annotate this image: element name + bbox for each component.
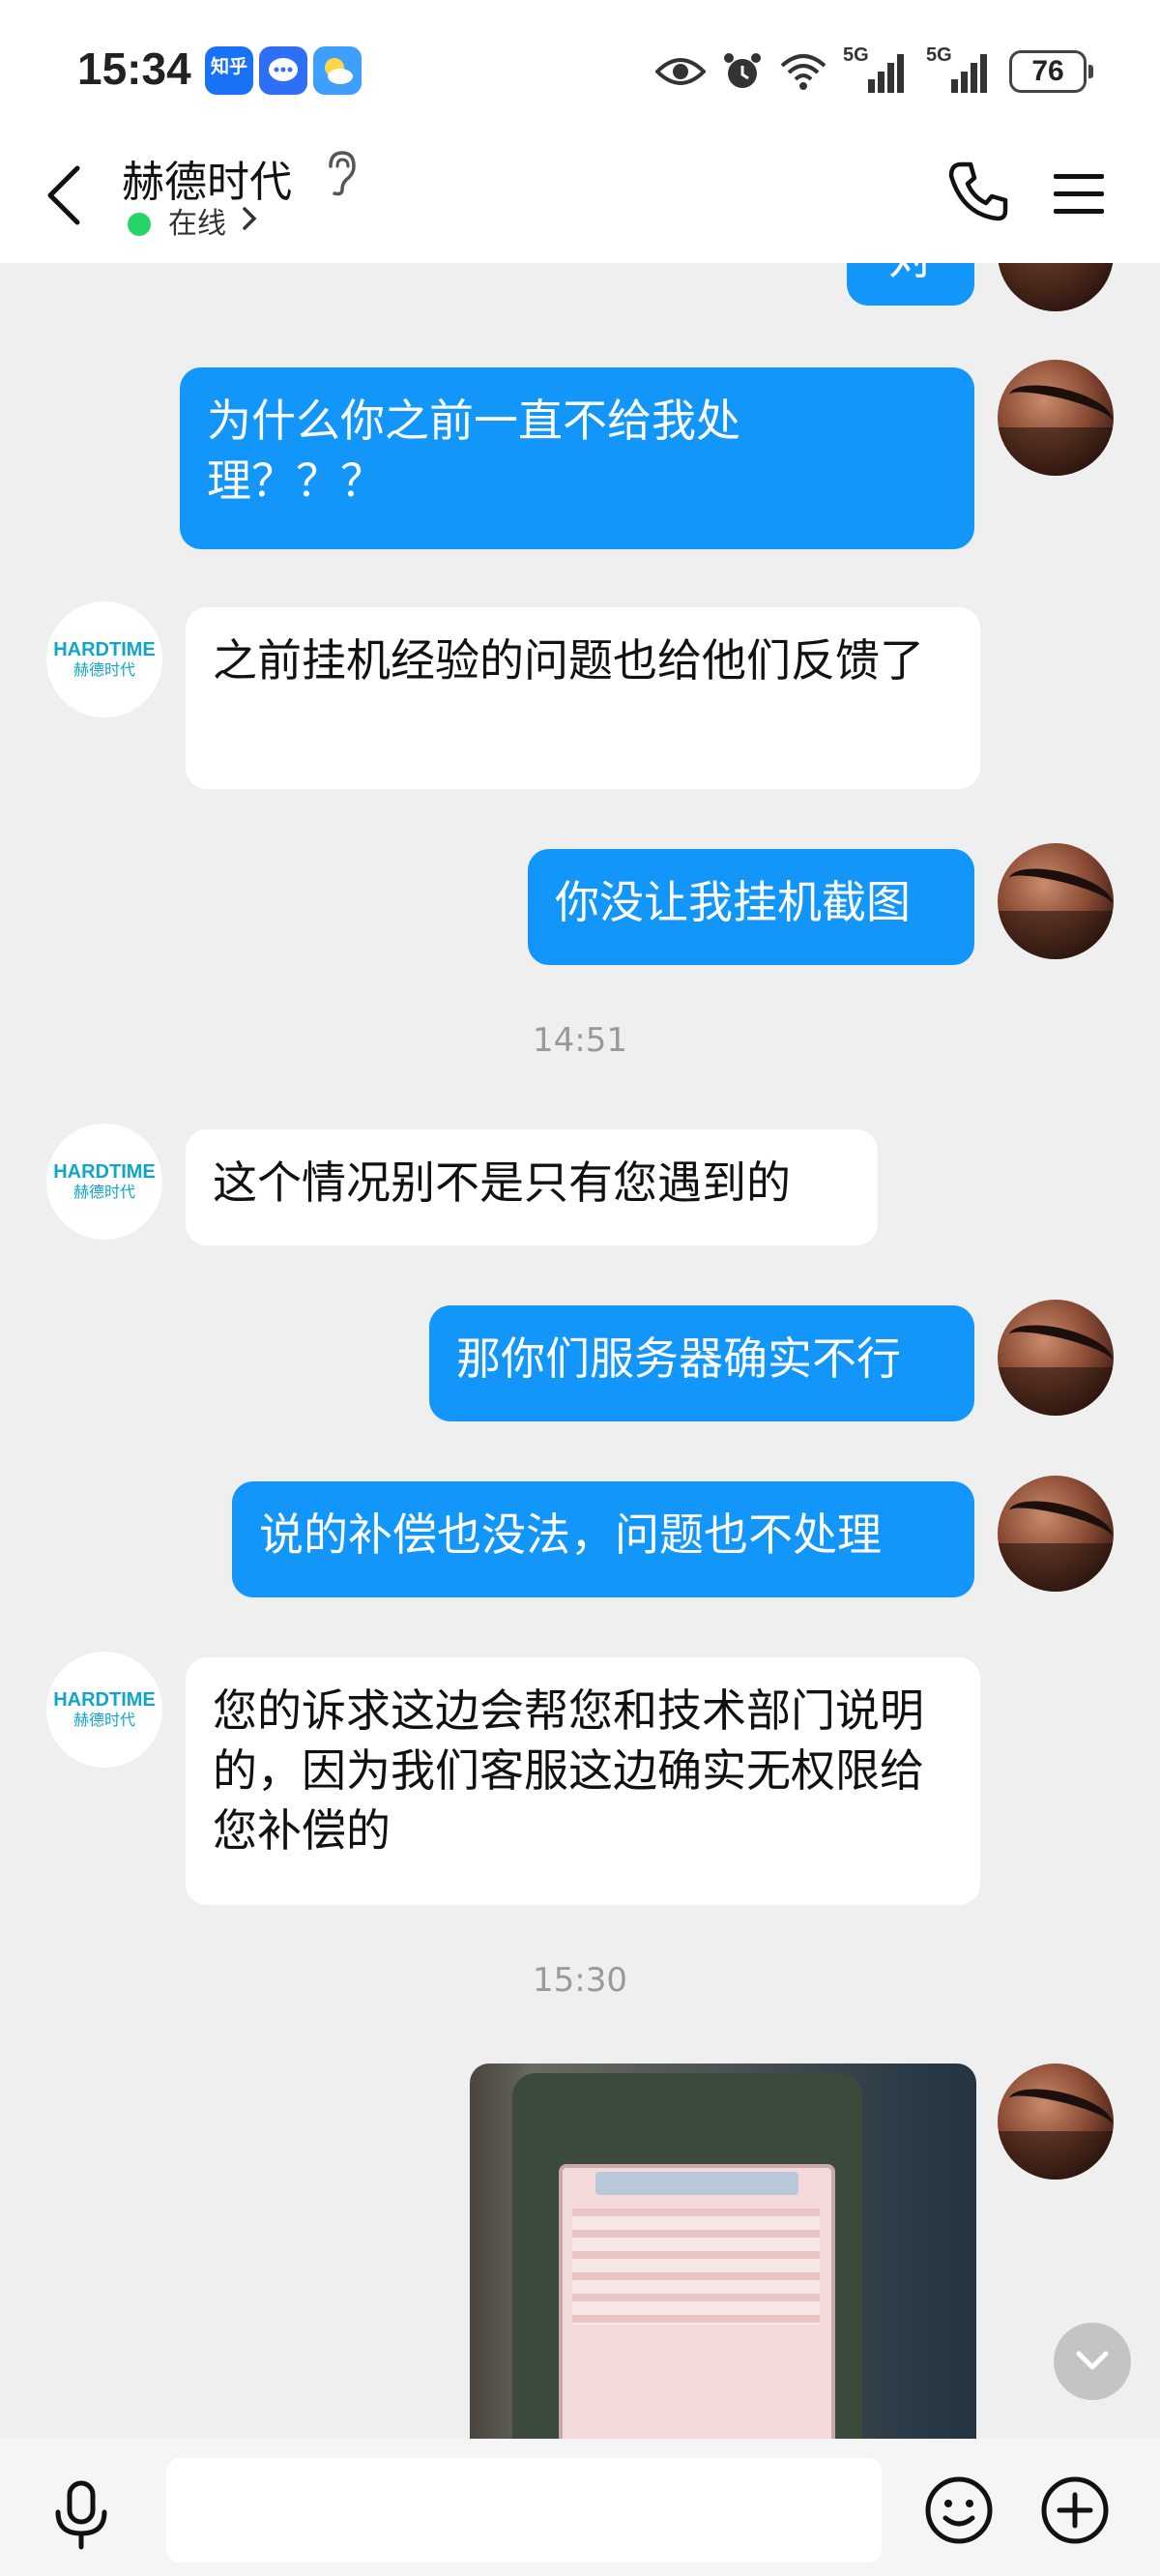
- online-status-text[interactable]: 在线: [168, 199, 226, 242]
- emoji-button[interactable]: [920, 2472, 998, 2549]
- message-text: 你没让我挂机截图: [555, 876, 911, 928]
- bot-avatar[interactable]: HARDTIME 赫德时代: [46, 1652, 162, 1768]
- back-arrow-icon: [47, 165, 80, 225]
- message-bubble-incoming[interactable]: 之前挂机经验的问题也给他们反馈了: [186, 607, 980, 789]
- scroll-to-bottom-button[interactable]: [1054, 2323, 1131, 2400]
- call-button[interactable]: [943, 157, 1013, 226]
- photo-dialog-title: [595, 2172, 798, 2195]
- wifi-icon: [780, 54, 826, 90]
- signal-bars-icon: [868, 54, 904, 93]
- message-input[interactable]: [166, 2458, 882, 2562]
- input-bar: [0, 2439, 1160, 2576]
- message-bubble-outgoing[interactable]: 那你们服务器确实不行: [429, 1305, 974, 1421]
- voice-button[interactable]: [43, 2475, 120, 2553]
- user-avatar[interactable]: [998, 1300, 1114, 1416]
- message-bubble-outgoing[interactable]: 为什么你之前一直不给我处理？？？: [180, 367, 974, 549]
- phone-icon: [948, 161, 1008, 221]
- more-options-button[interactable]: [1036, 2472, 1114, 2549]
- status-time: 15:34: [77, 44, 191, 94]
- menu-button[interactable]: [1044, 162, 1114, 224]
- message-text: 这个情况别不是只有您遇到的: [213, 1156, 791, 1209]
- chevron-down-icon: [1076, 2351, 1109, 2370]
- message-bubble-outgoing[interactable]: 你没让我挂机截图: [528, 849, 974, 965]
- hardtime-logo-sub: 赫德时代: [72, 1183, 135, 1201]
- hardtime-logo: HARDTIME: [53, 639, 156, 660]
- weather-app-icon: [313, 46, 362, 95]
- message-bubble-outgoing[interactable]: 对: [847, 263, 974, 306]
- chevron-right-icon[interactable]: [240, 203, 259, 234]
- signal-bars-icon: [951, 54, 987, 93]
- bot-avatar[interactable]: HARDTIME 赫德时代: [46, 601, 162, 717]
- chat-header: 赫德时代 在线: [0, 135, 1160, 263]
- user-avatar[interactable]: [998, 360, 1114, 476]
- hardtime-logo-sub: 赫德时代: [72, 1711, 135, 1729]
- status-icons: 5G 5G 76: [655, 44, 1093, 99]
- bot-avatar[interactable]: HARDTIME 赫德时代: [46, 1124, 162, 1240]
- message-bubble-outgoing[interactable]: 说的补偿也没法，问题也不处理: [232, 1481, 974, 1597]
- photo-dialog-lines: [572, 2209, 820, 2325]
- message-text: 之前挂机经验的问题也给他们反馈了: [213, 634, 924, 687]
- plus-icon: [1041, 2476, 1109, 2544]
- eye-icon: [655, 58, 706, 85]
- time-separator: 14:51: [533, 1021, 627, 1060]
- message-text: 说的补偿也没法，问题也不处理: [259, 1508, 882, 1561]
- hardtime-logo: HARDTIME: [53, 1689, 156, 1711]
- battery-indicator: 76: [1009, 50, 1093, 93]
- message-text: 对: [888, 263, 933, 284]
- user-avatar[interactable]: [998, 2064, 1114, 2180]
- alarm-icon: [724, 53, 761, 88]
- smiley-icon: [925, 2476, 993, 2544]
- image-message[interactable]: [470, 2064, 976, 2439]
- user-avatar[interactable]: [998, 1476, 1114, 1592]
- message-text: 那你们服务器确实不行: [456, 1332, 901, 1385]
- user-avatar[interactable]: [998, 843, 1114, 959]
- hardtime-logo-sub: 赫德时代: [72, 660, 135, 679]
- ear-icon[interactable]: [323, 149, 358, 197]
- menu-icon: [1054, 174, 1104, 214]
- message-app-icon: [259, 46, 307, 95]
- message-text: 您的诉求这边会帮您和技术部门说明的，因为我们客服这边确实无权限给您补偿的: [213, 1684, 924, 1857]
- time-separator: 15:30: [533, 1961, 627, 2000]
- online-status-dot: [128, 213, 151, 236]
- back-button[interactable]: [35, 157, 93, 234]
- zhihu-app-icon: 知乎: [205, 46, 253, 95]
- message-text: 为什么你之前一直不给我处理？？？: [207, 395, 740, 507]
- signal-1: 5G: [843, 44, 911, 95]
- chat-messages[interactable]: 对 为什么你之前一直不给我处理？？？ HARDTIME 赫德时代 之前挂机经验的…: [0, 263, 1160, 2439]
- user-avatar[interactable]: [998, 263, 1114, 311]
- microphone-icon: [55, 2480, 107, 2550]
- hardtime-logo: HARDTIME: [53, 1161, 156, 1183]
- signal-2: 5G: [926, 44, 994, 95]
- message-bubble-incoming[interactable]: 这个情况别不是只有您遇到的: [186, 1129, 878, 1245]
- message-bubble-incoming[interactable]: 您的诉求这边会帮您和技术部门说明的，因为我们客服这边确实无权限给您补偿的: [186, 1657, 980, 1905]
- status-bar: 15:34 知乎 5G 5G 76: [0, 0, 1160, 135]
